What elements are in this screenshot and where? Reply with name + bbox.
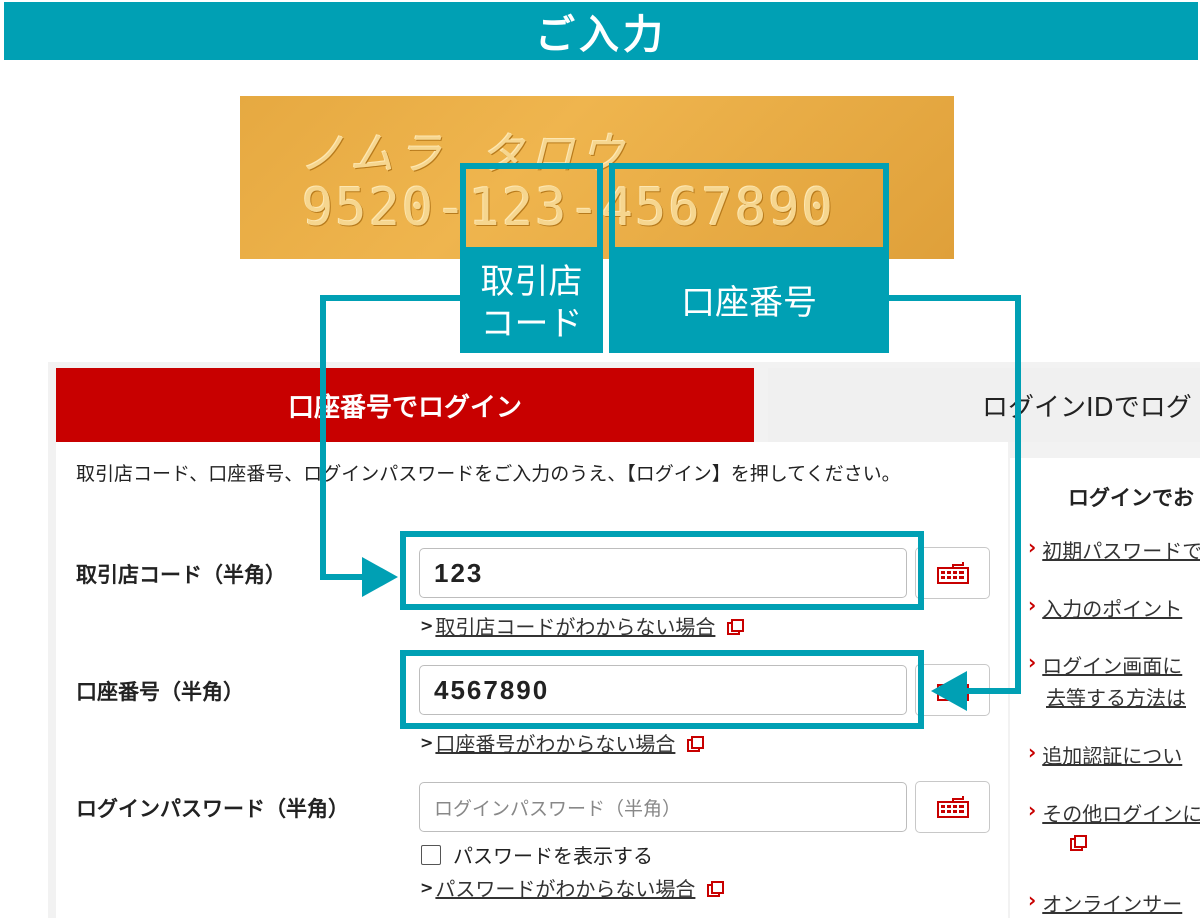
account-number-highlight	[609, 163, 889, 253]
help-prefix: >	[420, 616, 434, 635]
keyboard-icon	[936, 562, 969, 584]
sidebar-link-initial-password[interactable]: › 初期パスワードで	[1028, 535, 1200, 564]
chevron-right-icon: ›	[1028, 798, 1037, 822]
branch-code-label: 取引店コード（半角）	[76, 563, 286, 587]
header-banner: ご入力	[4, 2, 1198, 60]
password-label: ログインパスワード（半角）	[76, 797, 349, 821]
branch-code-highlight	[460, 163, 603, 253]
branch-code-annotation: 取引店 コード	[460, 253, 603, 353]
tab-account-login[interactable]: 口座番号でログイン	[56, 368, 754, 442]
branch-connector-horizontal-bottom	[320, 574, 366, 580]
account-connector-horizontal-bottom	[966, 688, 1021, 694]
chevron-right-icon: ›	[1028, 740, 1037, 764]
keyboard-icon	[936, 796, 969, 818]
chevron-right-icon: ›	[1028, 593, 1037, 617]
help-prefix: >	[420, 733, 434, 752]
sidebar-link-online-service[interactable]: › オンラインサー	[1028, 888, 1182, 917]
password-help-link[interactable]: > パスワードがわからない場合	[420, 873, 725, 902]
branch-input-highlight	[400, 531, 924, 610]
chevron-right-icon: ›	[1028, 535, 1037, 559]
header-bar: ご入力	[0, 0, 1200, 62]
sidebar-link-label[interactable]: 初期パスワードで	[1042, 535, 1200, 564]
sidebar-link-label[interactable]: ログイン画面に	[1042, 650, 1182, 679]
branch-annotation-line2: コード	[480, 304, 583, 344]
branch-help-link[interactable]: > 取引店コードがわからない場合	[420, 611, 745, 640]
show-password-row[interactable]: パスワードを表示する	[421, 840, 653, 869]
password-keyboard-button[interactable]	[915, 781, 990, 833]
external-link-icon	[707, 880, 725, 897]
branch-keyboard-button[interactable]	[915, 547, 990, 599]
account-help-link[interactable]: > 口座番号がわからない場合	[420, 728, 705, 757]
sidebar-link-label[interactable]: オンラインサー	[1042, 888, 1182, 917]
branch-annotation-line1: 取引店	[480, 262, 583, 302]
branch-connector-vertical	[320, 295, 326, 580]
sidebar-link-login-screen-sub[interactable]: 去等する方法は	[1046, 682, 1186, 711]
sidebar-link-label[interactable]: その他ログインに	[1042, 798, 1200, 827]
branch-arrow	[362, 557, 398, 597]
password-input[interactable]: ログインパスワード（半角）	[419, 782, 907, 832]
sidebar-title: ログインでお	[1068, 486, 1194, 510]
account-input-highlight	[400, 650, 924, 729]
help-prefix: >	[420, 878, 434, 897]
show-password-checkbox[interactable]	[421, 844, 441, 865]
external-link-icon	[687, 735, 705, 752]
sidebar-link-other-login[interactable]: › その他ログインに	[1028, 798, 1200, 827]
account-annotation-text: 口座番号	[681, 283, 817, 323]
sidebar-link-label[interactable]: 入力のポイント	[1042, 593, 1182, 622]
account-arrow	[931, 671, 967, 711]
chevron-right-icon: ›	[1028, 888, 1037, 912]
external-link-icon	[1070, 835, 1087, 851]
form-intro: 取引店コード、口座番号、ログインパスワードをご入力のうえ、【ログイン】を押してく…	[76, 463, 901, 485]
sidebar-link-login-screen[interactable]: › ログイン画面に	[1028, 650, 1182, 679]
account-connector-vertical	[1015, 295, 1021, 694]
sidebar-link-input-points[interactable]: › 入力のポイント	[1028, 593, 1182, 622]
sidebar-link-additional-auth[interactable]: › 追加認証につい	[1028, 740, 1182, 769]
sidebar-link-label[interactable]: 追加認証につい	[1042, 740, 1182, 769]
account-connector-horizontal-top	[889, 295, 1021, 301]
account-number-annotation: 口座番号	[609, 253, 889, 353]
tab-id-login[interactable]: ログインIDでログ	[768, 368, 1200, 442]
page-title: ご入力	[535, 12, 667, 58]
account-help-text[interactable]: 口座番号がわからない場合	[435, 728, 675, 757]
chevron-right-icon: ›	[1028, 650, 1037, 674]
password-help-text[interactable]: パスワードがわからない場合	[435, 873, 695, 902]
show-password-label[interactable]: パスワードを表示する	[453, 840, 653, 869]
branch-help-text[interactable]: 取引店コードがわからない場合	[435, 611, 715, 640]
external-link-icon	[727, 618, 745, 635]
branch-connector-horizontal-top	[320, 295, 460, 301]
account-number-label: 口座番号（半角）	[76, 680, 244, 704]
